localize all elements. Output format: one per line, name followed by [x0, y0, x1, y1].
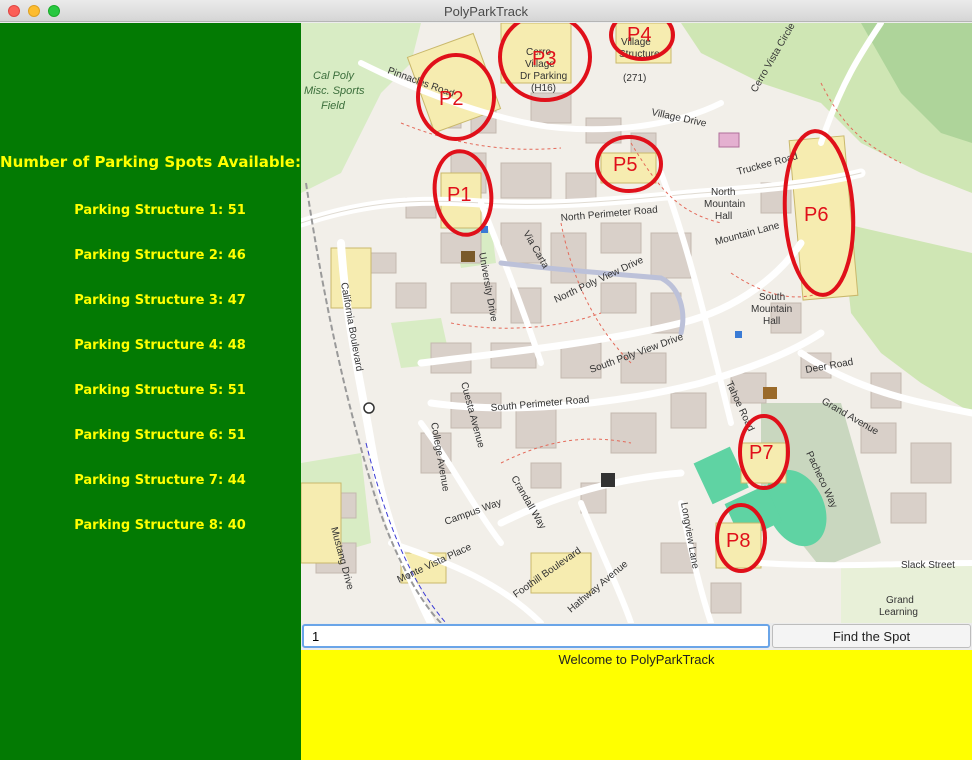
title-bar[interactable]: PolyParkTrack: [0, 0, 972, 22]
bus-stop-icon-2: [735, 331, 742, 338]
structure-3-count: Parking Structure 3: 47: [74, 293, 246, 308]
structure-5-count: Parking Structure 5: 51: [74, 383, 246, 398]
marker-p4: P4: [627, 24, 651, 46]
south-mountain-line3: Hall: [763, 316, 780, 327]
south-mountain-line1: South: [759, 292, 785, 303]
field-label-line1: Cal Poly: [313, 70, 355, 82]
marker-p1: P1: [447, 184, 471, 206]
village-structure-line3: (271): [623, 73, 646, 84]
marker-p3: P3: [532, 48, 556, 70]
structure-8-count: Parking Structure 8: 40: [74, 518, 246, 533]
parking-availability-panel: Number of Parking Spots Available: Parki…: [0, 23, 301, 760]
south-mountain-line2: Mountain: [751, 304, 792, 315]
grand-learning-line1: Grand: [886, 595, 914, 606]
library-icon: [461, 251, 475, 262]
marker-p7: P7: [749, 442, 773, 464]
marker-p2: P2: [439, 88, 463, 110]
info-icon: [601, 473, 615, 487]
structure-7-count: Parking Structure 7: 44: [74, 473, 246, 488]
marker-p5: P5: [613, 154, 637, 176]
field-label-line2: Misc. Sports: [304, 85, 365, 97]
village-parking-line4: (H16): [531, 83, 556, 94]
village-parking-line3: Dr Parking: [520, 71, 567, 82]
building-icon: [718, 132, 740, 148]
field-label-line3: Field: [321, 100, 346, 112]
status-area: Welcome to PolyParkTrack: [301, 650, 972, 760]
find-the-spot-button[interactable]: Find the Spot: [772, 624, 971, 648]
north-mountain-line3: Hall: [715, 211, 732, 222]
structure-number-input[interactable]: [302, 624, 770, 648]
structure-1-count: Parking Structure 1: 51: [74, 203, 246, 218]
welcome-message: Welcome to PolyParkTrack: [558, 652, 715, 667]
campus-map[interactable]: Cal Poly Misc. Sports Field Pinnacles Ro…: [301, 23, 972, 623]
search-bar: Find the Spot: [301, 623, 972, 650]
marker-p6: P6: [804, 204, 828, 226]
marker-p8: P8: [726, 530, 750, 552]
north-mountain-line1: North: [711, 187, 735, 198]
theatre-icon: [763, 387, 777, 399]
window-title: PolyParkTrack: [443, 4, 529, 19]
street-slack: Slack Street: [901, 560, 955, 571]
north-mountain-line2: Mountain: [704, 199, 745, 210]
grand-learning-line2: Learning: [879, 607, 918, 618]
structure-2-count: Parking Structure 2: 46: [74, 248, 246, 263]
availability-heading: Number of Parking Spots Available:: [0, 153, 301, 171]
structure-4-count: Parking Structure 4: 48: [74, 338, 246, 353]
structure-6-count: Parking Structure 6: 51: [74, 428, 246, 443]
station-icon: [363, 402, 375, 414]
